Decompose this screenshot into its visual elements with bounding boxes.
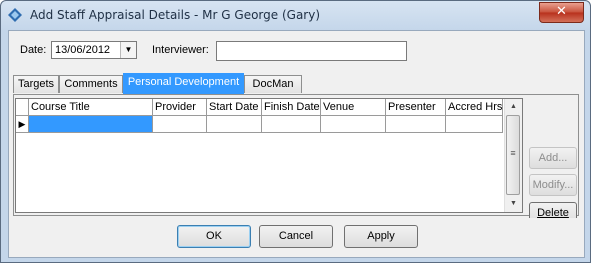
button-bar: OK Cancel Apply bbox=[9, 218, 584, 257]
window-title: Add Staff Appraisal Details - Mr G Georg… bbox=[30, 8, 321, 22]
scroll-up-icon[interactable]: ▲ bbox=[505, 99, 522, 115]
date-picker[interactable]: 13/06/2012 ▼ bbox=[51, 41, 137, 59]
grid-cell[interactable] bbox=[29, 116, 153, 133]
column-header[interactable]: Accred Hrs bbox=[446, 99, 503, 116]
tab-comments[interactable]: Comments bbox=[59, 75, 123, 93]
grid-cell[interactable] bbox=[321, 116, 386, 133]
column-header[interactable]: Presenter bbox=[386, 99, 446, 116]
close-button[interactable]: ✕ bbox=[539, 2, 584, 23]
scroll-down-icon[interactable]: ▼ bbox=[505, 196, 522, 212]
grid-cell[interactable] bbox=[262, 116, 321, 133]
date-value: 13/06/2012 bbox=[55, 44, 111, 56]
personal-development-panel: Course Title Provider Start Date Finish … bbox=[13, 94, 579, 224]
column-header[interactable]: Course Title bbox=[29, 99, 153, 116]
app-icon bbox=[8, 8, 22, 22]
cancel-button[interactable]: Cancel bbox=[259, 225, 333, 248]
scroll-thumb[interactable]: ≡ bbox=[506, 115, 520, 195]
grid-cell[interactable] bbox=[446, 116, 503, 133]
grid-corner bbox=[16, 99, 29, 116]
tab-targets[interactable]: Targets bbox=[13, 75, 59, 93]
column-header[interactable]: Finish Date bbox=[262, 99, 321, 116]
tab-docman[interactable]: DocMan bbox=[244, 75, 302, 93]
close-icon: ✕ bbox=[556, 4, 567, 19]
chevron-down-icon[interactable]: ▼ bbox=[120, 42, 136, 58]
column-header[interactable]: Venue bbox=[321, 99, 386, 116]
modify-button[interactable]: Modify... bbox=[529, 174, 577, 196]
vertical-scrollbar[interactable]: ▲ ≡ ▼ bbox=[504, 99, 522, 212]
date-label: Date: bbox=[20, 44, 47, 56]
column-header[interactable]: Provider bbox=[153, 99, 207, 116]
ok-button[interactable]: OK bbox=[177, 225, 251, 248]
tab-personal-development[interactable]: Personal Development bbox=[123, 73, 244, 94]
interviewer-field[interactable] bbox=[216, 41, 407, 61]
row-pointer-icon: ▶ bbox=[16, 116, 29, 133]
interviewer-label: Interviewer: bbox=[152, 44, 209, 56]
course-grid[interactable]: Course Title Provider Start Date Finish … bbox=[15, 98, 523, 213]
grid-cell[interactable] bbox=[386, 116, 446, 133]
title-bar[interactable]: Add Staff Appraisal Details - Mr G Georg… bbox=[1, 1, 590, 29]
dialog-body: Date: 13/06/2012 ▼ Interviewer: Targets … bbox=[8, 30, 585, 258]
apply-button[interactable]: Apply bbox=[344, 225, 418, 248]
column-header[interactable]: Start Date bbox=[207, 99, 262, 116]
grid-cell[interactable] bbox=[153, 116, 207, 133]
grid-cell[interactable] bbox=[207, 116, 262, 133]
add-button[interactable]: Add... bbox=[529, 147, 577, 169]
dialog-window: Add Staff Appraisal Details - Mr G Georg… bbox=[0, 0, 591, 263]
